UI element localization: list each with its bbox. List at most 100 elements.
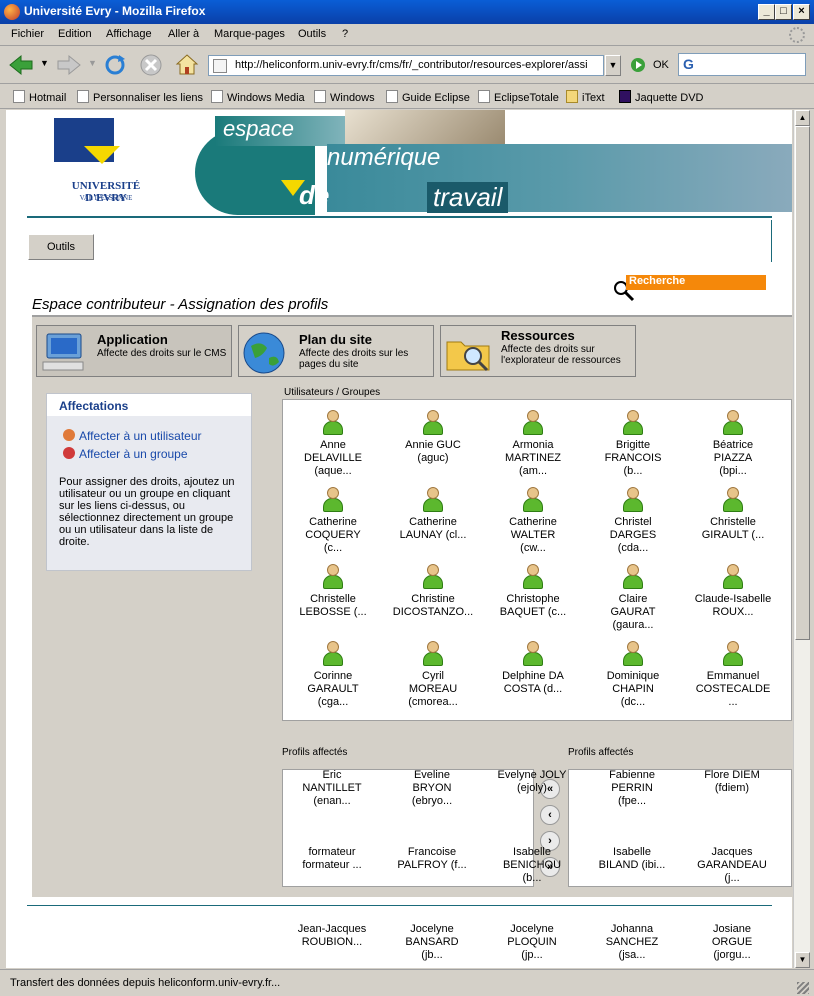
user-item[interactable]: Jean-Jacques ROUBION...: [282, 894, 382, 949]
close-button[interactable]: ×: [793, 4, 810, 20]
user-label-line: WALTER: [510, 529, 556, 541]
user-item[interactable]: Fabienne PERRIN (fpe...: [582, 740, 682, 808]
user-label-line: Fabienne: [609, 769, 655, 781]
user-label-line: Catherine: [509, 516, 557, 528]
users-list[interactable]: Anne DELAVILLE (aque... Annie GUC (aguc) Armo…: [282, 399, 792, 721]
user-item[interactable]: Catherine LAUNAY (cl...: [383, 487, 483, 542]
bookmark-jaquette-dvd[interactable]: Jaquette DVD: [619, 90, 703, 104]
tab-ressources-desc: Affecte des droits sur l'explorateur de …: [501, 344, 621, 366]
user-item[interactable]: Francoise PALFROY (f...: [382, 817, 482, 872]
forward-arrow-icon[interactable]: [56, 54, 82, 76]
user-label-line: ...: [728, 696, 738, 708]
outils-button[interactable]: Outils: [28, 234, 94, 260]
user-label-line: (ebryo...: [411, 795, 453, 807]
user-icon: [722, 641, 744, 667]
user-item[interactable]: Catherine COQUERY (c...: [283, 487, 383, 555]
user-icon: [522, 564, 544, 590]
bookmark-hotmail[interactable]: Hotmail: [13, 90, 66, 104]
banner-word-numerique: numérique: [327, 144, 441, 171]
tab-ressources[interactable]: Ressources Affecte des droits sur l'expl…: [440, 325, 636, 377]
user-icon: [522, 641, 544, 667]
user-item[interactable]: Claire GAURAT (gaura...: [583, 564, 683, 632]
user-item[interactable]: formateur formateur ...: [282, 817, 382, 872]
user-item[interactable]: Isabelle BENICHOU (b...: [482, 817, 582, 885]
tab-plan-title: Plan du site: [299, 332, 372, 347]
user-item[interactable]: Brigitte FRANCOIS (b...: [583, 410, 683, 478]
menu-help[interactable]: ?: [342, 28, 348, 40]
url-dropdown-button[interactable]: ▼: [605, 55, 621, 76]
user-item[interactable]: Catherine WALTER (cw...: [483, 487, 583, 555]
user-item[interactable]: Eveline BRYON (ebryo...: [382, 740, 482, 808]
user-label-line: DARGES: [609, 529, 657, 541]
folder-icon: [566, 90, 578, 103]
forward-dropdown-icon[interactable]: ▼: [88, 58, 97, 68]
user-item[interactable]: Flore DIEM (fdiem): [682, 740, 782, 795]
assign-group-link[interactable]: Affecter à un groupe: [63, 447, 188, 461]
bookmark-personnaliser[interactable]: Personnaliser les liens: [77, 90, 203, 104]
user-item[interactable]: Isabelle BILAND (ibi...: [582, 817, 682, 872]
navigation-toolbar: ▼ ▼ http://heliconform.univ-evry.fr/cms/…: [0, 46, 814, 84]
scroll-thumb[interactable]: [795, 126, 810, 640]
user-item[interactable]: Annie GUC (aguc): [383, 410, 483, 465]
user-item[interactable]: Eric NANTILLET (enan...: [282, 740, 382, 808]
back-dropdown-icon[interactable]: ▼: [40, 58, 49, 68]
user-icon: [522, 487, 544, 513]
user-label-line: BAQUET (c...: [499, 606, 567, 618]
bookmark-label: Windows: [330, 92, 375, 104]
user-item[interactable]: Christelle LEBOSSE (...: [283, 564, 383, 619]
reload-icon[interactable]: [103, 53, 127, 77]
user-item[interactable]: Christine DICOSTANZO...: [383, 564, 483, 619]
menu-affichage[interactable]: Affichage: [106, 28, 152, 40]
menu-edition[interactable]: Edition: [58, 28, 92, 40]
user-item[interactable]: Emmanuel COSTECALDE...: [683, 641, 783, 709]
tab-plan-du-site[interactable]: Plan du site Affecte des droits sur les …: [238, 325, 434, 377]
user-label-line: Christelle: [310, 593, 356, 605]
go-button[interactable]: OK: [653, 59, 669, 71]
go-icon[interactable]: [630, 57, 646, 73]
user-item[interactable]: Evelyne JOLY (ejoly): [482, 740, 582, 795]
menu-marque-pages[interactable]: Marque-pages: [214, 28, 285, 40]
user-label-line: Christine: [411, 593, 455, 605]
bookmark-page-icon: [77, 90, 89, 103]
bookmark-itext[interactable]: iText: [566, 90, 605, 104]
tab-plan-desc: Affecte des droits sur les pages du site: [299, 348, 409, 370]
user-label-line: Corinne: [313, 670, 353, 682]
user-icon: [322, 641, 344, 667]
user-item[interactable]: Dominique CHAPIN (dc...: [583, 641, 683, 709]
page-scrollbar[interactable]: ▲ ▼: [793, 110, 810, 968]
user-item[interactable]: Béatrice PIAZZA (bpi...: [683, 410, 783, 478]
user-item[interactable]: Christelle GIRAULT (...: [683, 487, 783, 542]
scroll-up-button[interactable]: ▲: [795, 110, 810, 126]
user-item[interactable]: Delphine DA COSTA (d...: [483, 641, 583, 696]
search-button[interactable]: Recherche: [626, 275, 766, 290]
user-label-line: (dc...: [620, 696, 646, 708]
bookmark-windows[interactable]: Windows: [314, 90, 375, 104]
menu-outils[interactable]: Outils: [298, 28, 326, 40]
tab-application[interactable]: Application Affecte des droits sur le CM…: [36, 325, 232, 377]
home-icon[interactable]: [175, 53, 199, 77]
user-item[interactable]: Anne DELAVILLE (aque...: [283, 410, 383, 478]
user-item[interactable]: Jacques GARANDEAU (j...: [682, 817, 782, 885]
url-input[interactable]: http://heliconform.univ-evry.fr/cms/fr/_…: [208, 55, 604, 76]
bookmark-windows-media[interactable]: Windows Media: [211, 90, 305, 104]
user-item[interactable]: Armonia MARTINEZ (am...: [483, 410, 583, 478]
back-arrow-icon[interactable]: [8, 54, 34, 76]
bookmark-eclipsetotale[interactable]: EclipseTotale: [478, 90, 559, 104]
user-item[interactable]: Christophe BAQUET (c...: [483, 564, 583, 619]
menu-fichier[interactable]: Fichier: [11, 28, 44, 40]
user-item[interactable]: Claude-Isabelle ROUX...: [683, 564, 783, 619]
assign-user-link[interactable]: Affecter à un utilisateur: [63, 429, 202, 443]
menu-aller[interactable]: Aller à: [168, 28, 199, 40]
user-item[interactable]: Cyril MOREAU (cmorea...: [383, 641, 483, 709]
stop-icon[interactable]: [139, 53, 163, 77]
minimize-button[interactable]: _: [758, 4, 775, 20]
resize-grip-icon[interactable]: [797, 982, 809, 994]
user-label-line: (jp...: [521, 949, 543, 961]
search-engine-input[interactable]: G: [678, 53, 806, 76]
bookmark-guide-eclipse[interactable]: Guide Eclipse: [386, 90, 470, 104]
maximize-button[interactable]: □: [775, 4, 792, 20]
status-bar: Transfert des données depuis heliconform…: [0, 969, 814, 996]
user-item[interactable]: Christel DARGES (cda...: [583, 487, 683, 555]
user-item[interactable]: Corinne GARAULT (cga...: [283, 641, 383, 709]
scroll-down-button[interactable]: ▼: [795, 952, 810, 968]
